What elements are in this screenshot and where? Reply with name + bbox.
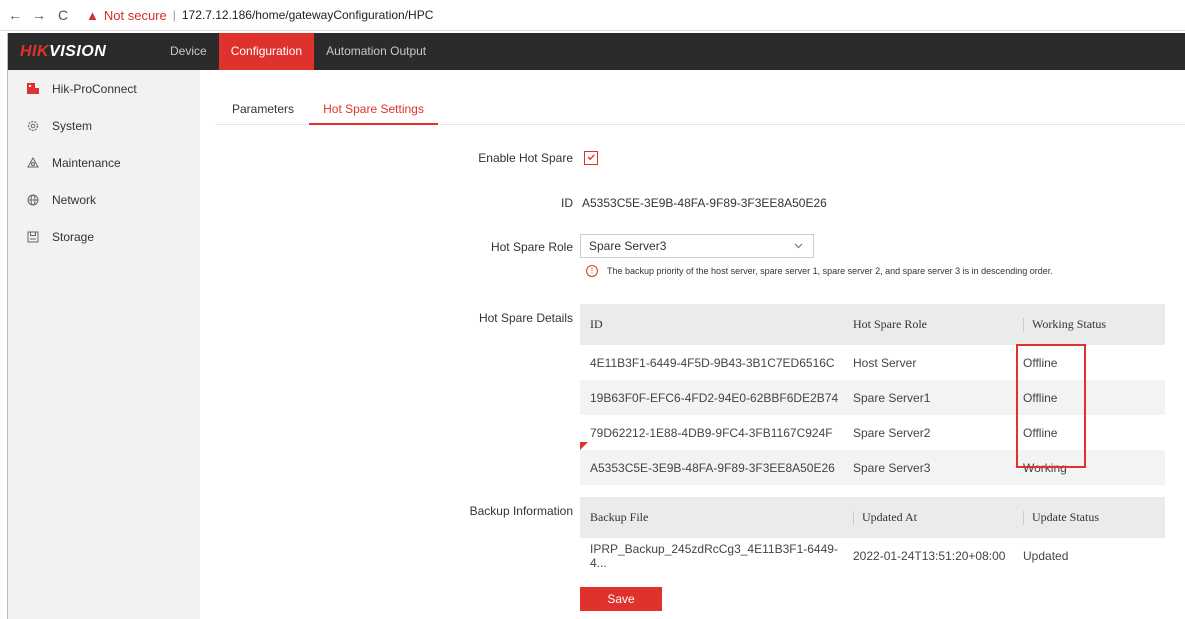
- cell-role: Host Server: [853, 355, 917, 370]
- enable-hot-spare-label: Enable Hot Spare: [478, 151, 573, 165]
- tab-hot-spare-settings[interactable]: Hot Spare Settings: [309, 96, 438, 125]
- hot-spare-role-value: Spare Server3: [589, 239, 667, 253]
- column-header-role: Hot Spare Role: [843, 304, 1013, 345]
- status-highlight-box: [1016, 344, 1086, 468]
- cell-id: 4E11B3F1-6449-4F5D-9B43-3B1C7ED6516C: [590, 355, 835, 370]
- cell-id: 19B63F0F-EFC6-4FD2-94E0-62BBF6DE2B74: [580, 380, 843, 415]
- hot-spare-role-select[interactable]: Spare Server3: [580, 234, 814, 258]
- settings-tabs: Parameters Hot Spare Settings: [215, 96, 1185, 125]
- cell-backup-file: IPRP_Backup_245zdRcCg3_4E11B3F1-6449-4..…: [590, 541, 838, 570]
- table-header-row: Backup File Updated At Update Status: [580, 497, 1165, 538]
- column-header-update-status: Update Status: [1013, 497, 1165, 538]
- top-navigation: HIKVISION Device Configuration Automatio…: [8, 33, 1185, 70]
- sidebar-item-label: Storage: [52, 229, 95, 244]
- logo-red: HIK: [20, 42, 50, 60]
- column-header-updated-at: Updated At: [843, 497, 1013, 538]
- sidebar-item-maintenance[interactable]: Maintenance: [8, 144, 200, 181]
- sidebar-item-label: Hik-ProConnect: [52, 81, 137, 96]
- cell-role: Spare Server1: [843, 380, 1013, 415]
- cell-updated-at: 2022-01-24T13:51:20+08:00: [853, 548, 1006, 563]
- priority-note: ! The backup priority of the host server…: [586, 265, 1053, 277]
- column-header-status: Working Status: [1013, 304, 1165, 345]
- backup-information-table: Backup File Updated At Update Status IPR…: [580, 497, 1165, 573]
- checkmark-icon: [587, 154, 595, 161]
- priority-note-text: The backup priority of the host server, …: [607, 266, 1053, 276]
- reload-icon[interactable]: C: [54, 7, 72, 23]
- sidebar-item-network[interactable]: Network: [8, 181, 200, 218]
- back-icon[interactable]: ←: [6, 7, 24, 23]
- nav-configuration[interactable]: Configuration: [218, 33, 315, 70]
- maintenance-icon: [26, 156, 40, 170]
- hikvision-logo: HIKVISION: [20, 43, 150, 61]
- nav-automation-output[interactable]: Automation Output: [314, 33, 438, 70]
- sidebar-item-label: Maintenance: [52, 155, 121, 170]
- storage-icon: [26, 230, 40, 244]
- cell-id: 79D62212-1E88-4DB9-9FC4-3FB1167C924F: [590, 425, 833, 440]
- table-header-row: ID Hot Spare Role Working Status: [580, 304, 1165, 345]
- enable-hot-spare-checkbox[interactable]: [584, 151, 598, 165]
- column-header-id: ID: [580, 304, 843, 345]
- sidebar-item-system[interactable]: System: [8, 107, 200, 144]
- id-label: ID: [561, 196, 573, 210]
- id-value: A5353C5E-3E9B-48FA-9F89-3F3EE8A50E26: [582, 196, 827, 210]
- table-row[interactable]: IPRP_Backup_245zdRcCg3_4E11B3F1-6449-4..…: [580, 538, 1165, 573]
- url-separator: |: [172, 8, 176, 22]
- sidebar-item-storage[interactable]: Storage: [8, 218, 200, 255]
- sidebar: Hik-ProConnect System Maintenance Networ…: [8, 70, 200, 619]
- hikproconnect-icon: [26, 82, 40, 96]
- nav-device[interactable]: Device: [158, 33, 219, 70]
- sidebar-item-label: System: [52, 118, 93, 133]
- globe-icon: [26, 193, 40, 207]
- forward-icon[interactable]: →: [30, 7, 48, 23]
- info-icon: !: [586, 265, 598, 277]
- cell-id: A5353C5E-3E9B-48FA-9F89-3F3EE8A50E26: [580, 450, 843, 485]
- backup-information-label: Backup Information: [469, 504, 573, 518]
- save-button[interactable]: Save: [580, 587, 662, 611]
- column-header-backup-file: Backup File: [580, 497, 843, 538]
- url-text[interactable]: 172.7.12.186/home/gatewayConfiguration/H…: [182, 8, 434, 22]
- logo-white: VISION: [49, 42, 107, 60]
- warning-icon[interactable]: ▲: [86, 8, 99, 23]
- cell-role: Spare Server2: [853, 425, 931, 440]
- cell-update-status: Updated: [1023, 548, 1069, 563]
- browser-address-bar: ← → C ▲ Not secure | 172.7.12.186/home/g…: [0, 0, 1185, 31]
- sidebar-item-label: Network: [52, 192, 97, 207]
- hot-spare-role-label: Hot Spare Role: [490, 240, 573, 254]
- gear-icon: [26, 119, 40, 133]
- tab-parameters[interactable]: Parameters: [232, 96, 294, 123]
- chevron-down-icon: [794, 235, 803, 266]
- hot-spare-details-label: Hot Spare Details: [478, 311, 573, 325]
- current-device-marker: [580, 442, 588, 450]
- not-secure-label[interactable]: Not secure: [104, 8, 167, 23]
- cell-role: Spare Server3: [843, 450, 1013, 485]
- sidebar-item-hik-proconnect[interactable]: Hik-ProConnect: [8, 70, 200, 107]
